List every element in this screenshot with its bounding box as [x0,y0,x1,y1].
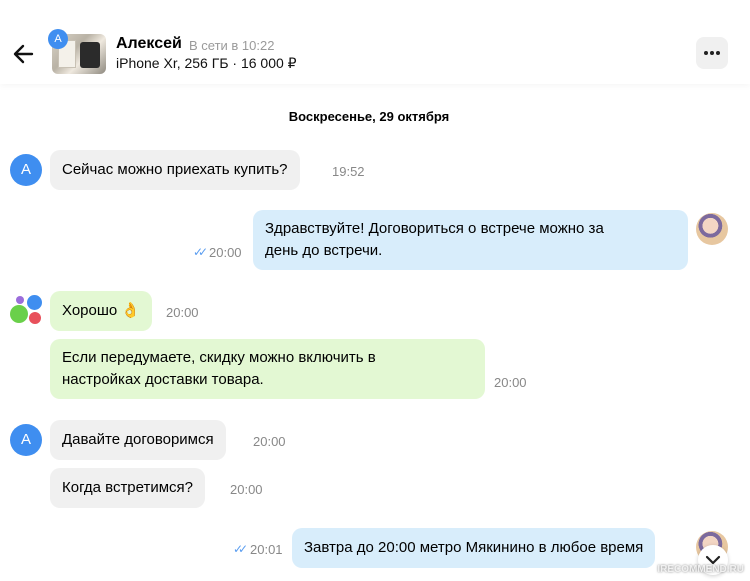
message-bubble-incoming[interactable]: Когда встретимся? [50,468,206,508]
message-text: Давайте договоримся [62,431,214,448]
read-checkmarks-icon: ✓✓ [193,245,208,259]
service-logo-icon [10,295,44,329]
message-time: 19:52 [332,164,365,179]
watermark-text: IRECOMMEND.RU [657,564,744,575]
date-separator: Воскресенье, 29 октября [288,109,450,124]
sender-avatar: A [10,154,42,186]
message-text: Когда встретимся? [62,479,194,496]
contact-avatar: A [48,29,68,49]
thumbnail-phone-image [80,42,100,68]
message-bubble-outgoing[interactable]: Завтра до 20:00 метро Мякинино в любое в… [292,528,656,568]
message-bubble-system[interactable]: Хорошо 👌 [50,291,153,331]
dot-icon [704,51,708,55]
chat-header: A Алексей В сети в 10:22 iPhone Xr, 256 … [0,0,750,84]
message-text-line: Если передумаете, скидку можно включить … [62,349,376,366]
listing-title[interactable]: iPhone Xr, 256 ГБ · 16 000 ₽ [116,55,297,72]
read-checkmarks-icon: ✓✓ [233,542,248,556]
message-text: Сейчас можно приехать купить? [62,161,288,178]
message-bubble-incoming[interactable]: Сейчас можно приехать купить? [50,150,300,190]
contact-name[interactable]: Алексей [116,35,182,53]
dot-icon [716,51,720,55]
sender-avatar: A [10,424,42,456]
more-options-button[interactable] [696,37,728,69]
message-bubble-outgoing[interactable]: Здравствуйте! Договориться о встрече мож… [253,210,688,270]
online-status: В сети в 10:22 [189,38,275,53]
message-time: 20:00 [230,482,263,497]
message-text: Хорошо 👌 [62,302,141,319]
message-time: 20:00 [166,305,199,320]
message-text-line: Здравствуйте! Договориться о встрече мож… [265,220,604,237]
message-text: Завтра до 20:00 метро Мякинино в любое в… [304,539,644,556]
message-time: 20:01 [250,542,283,557]
back-arrow-icon[interactable] [10,40,38,68]
dot-icon [710,51,714,55]
message-time: 20:00 [494,375,527,390]
message-bubble-system[interactable]: Если передумаете, скидку можно включить … [50,339,485,399]
message-text-line: день до встречи. [265,242,383,259]
message-time: 20:00 [209,245,242,260]
message-text-line: настройках доставки товара. [62,371,264,388]
my-avatar [696,213,728,245]
message-time: 20:00 [253,434,286,449]
message-bubble-incoming[interactable]: Давайте договоримся [50,420,226,460]
